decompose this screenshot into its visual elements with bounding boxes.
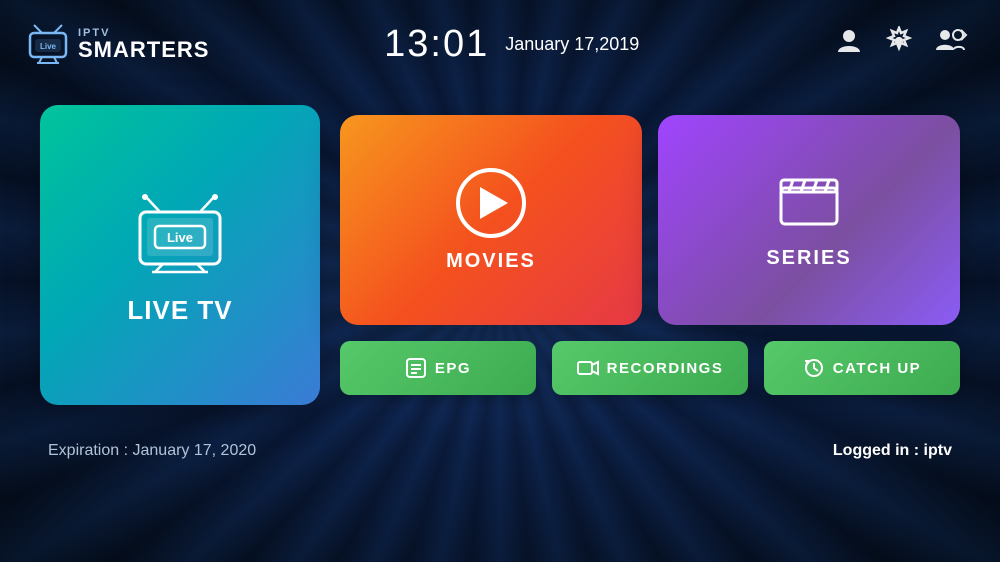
tv-logo-icon: Live — [24, 23, 72, 65]
epg-button[interactable]: EPG — [340, 341, 536, 395]
play-triangle-icon — [480, 187, 508, 219]
login-user: iptv — [924, 442, 952, 459]
switch-user-icon[interactable] — [934, 26, 968, 63]
catch-up-label: CATCH UP — [833, 360, 921, 377]
logo-smarters: SMARTERS — [78, 39, 209, 61]
footer: Expiration : January 17, 2020 Logged in … — [0, 428, 1000, 474]
recordings-icon — [577, 358, 599, 378]
header-date: January 17,2019 — [505, 34, 639, 55]
svg-text:Live: Live — [40, 42, 57, 51]
settings-icon[interactable] — [884, 26, 914, 63]
live-tv-icon: Live — [125, 184, 235, 279]
expiry-label: Expiration : — [48, 442, 128, 459]
top-cards: MOVIES — [340, 115, 960, 325]
bottom-buttons: EPG RECORDINGS CATCH — [340, 341, 960, 395]
series-label: SERIES — [766, 247, 851, 270]
recordings-label: RECORDINGS — [607, 360, 724, 377]
logo: Live IPTV SMARTERS — [24, 23, 209, 65]
series-card[interactable]: SERIES — [658, 115, 960, 325]
login-label: Logged in : — [833, 442, 919, 459]
epg-icon — [405, 358, 427, 378]
clapper-icon — [773, 170, 845, 235]
profile-icon[interactable] — [834, 26, 864, 63]
main-content: Live IPTV SMARTERS 13:01 January 17,2019 — [0, 0, 1000, 562]
main-grid: Live LIVE TV — [0, 80, 1000, 420]
expiry-date: January 17, 2020 — [133, 442, 257, 459]
epg-label: EPG — [435, 360, 471, 377]
live-tv-label: LIVE TV — [127, 295, 232, 326]
movies-card[interactable]: MOVIES — [340, 115, 642, 325]
header-center: 13:01 January 17,2019 — [209, 23, 814, 66]
header-time: 13:01 — [384, 23, 489, 66]
live-tv-card[interactable]: Live LIVE TV — [40, 105, 320, 405]
footer-expiry: Expiration : January 17, 2020 — [48, 442, 256, 460]
play-circle-icon — [456, 168, 526, 238]
footer-login: Logged in : iptv — [833, 442, 952, 460]
movies-label: MOVIES — [446, 250, 536, 273]
recordings-button[interactable]: RECORDINGS — [552, 341, 748, 395]
header-icons — [834, 26, 968, 63]
svg-text:Live: Live — [167, 230, 193, 245]
catch-up-button[interactable]: CATCH UP — [764, 341, 960, 395]
right-column: MOVIES — [340, 115, 960, 395]
header: Live IPTV SMARTERS 13:01 January 17,2019 — [0, 0, 1000, 80]
catchup-icon — [803, 358, 825, 378]
logo-text: IPTV SMARTERS — [78, 28, 209, 61]
